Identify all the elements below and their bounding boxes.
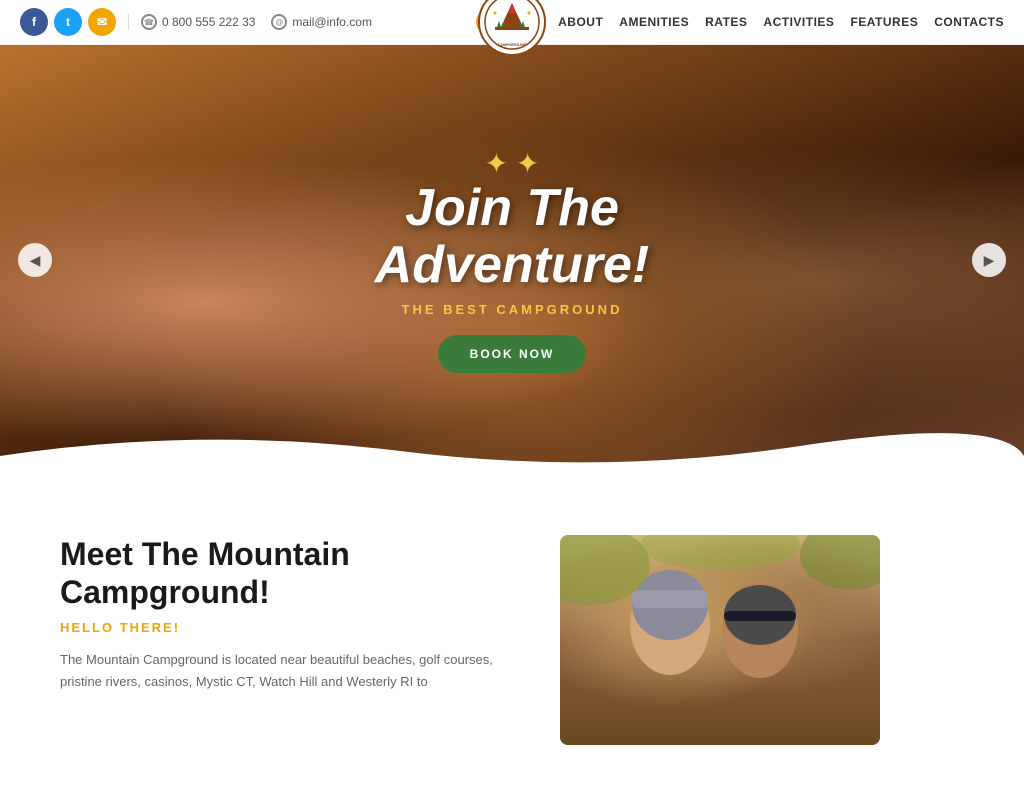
intro-title: Meet The Mountain Campground! — [60, 535, 520, 612]
hero-title: Join The Adventure! — [375, 180, 649, 294]
hero-wave — [0, 426, 1024, 475]
hero-arrow-right[interactable]: ▶ — [972, 243, 1006, 277]
intro-description: The Mountain Campground is located near … — [60, 649, 520, 693]
email-address: mail@info.com — [292, 15, 372, 29]
phone-icon: ☎ — [141, 14, 157, 30]
nav-activities[interactable]: ACTIVITIES — [763, 15, 834, 29]
phone-contact: ☎ 0 800 555 222 33 — [141, 14, 255, 30]
contact-info: ☎ 0 800 555 222 33 @ mail@info.com — [128, 14, 372, 30]
intro-text: Meet The Mountain Campground! HELLO THER… — [60, 535, 520, 693]
hero-content: ✦ ✦ Join The Adventure! THE BEST CAMPGRO… — [375, 147, 649, 373]
hero-title-line2: Adventure! — [375, 236, 649, 294]
logo-svg: THE MOUNTY CAMPGROUND — [483, 0, 541, 51]
intro-section: Meet The Mountain Campground! HELLO THER… — [0, 475, 1024, 785]
nav-rates[interactable]: RATES — [705, 15, 747, 29]
phone-number: 0 800 555 222 33 — [162, 15, 255, 29]
header-left: f t ✉ ☎ 0 800 555 222 33 @ mail@info.com — [20, 8, 372, 36]
email-social-button[interactable]: ✉ — [88, 8, 116, 36]
main-nav: HOME ABOUT AMENITIES RATES ACTIVITIES FE… — [476, 9, 1004, 35]
svg-text:CAMPGROUND: CAMPGROUND — [497, 42, 527, 47]
intro-photo — [560, 535, 880, 745]
twitter-button[interactable]: t — [54, 8, 82, 36]
intro-hello: HELLO THERE! — [60, 620, 520, 635]
nav-features[interactable]: FEATURES — [850, 15, 918, 29]
intro-image — [560, 535, 900, 745]
nav-contacts[interactable]: CONTACTS — [934, 15, 1004, 29]
hero-sparkle-row: ✦ ✦ — [375, 147, 649, 180]
book-now-button[interactable]: BOOK NOW — [438, 335, 587, 373]
email-contact: @ mail@info.com — [271, 14, 372, 30]
sparkle-left-icon: ✦ ✦ — [485, 147, 540, 180]
facebook-button[interactable]: f — [20, 8, 48, 36]
site-logo[interactable]: THE MOUNTY CAMPGROUND — [478, 0, 546, 56]
svg-text:THE MOUNTY: THE MOUNTY — [499, 0, 526, 1]
social-icons: f t ✉ — [20, 8, 116, 36]
site-header: f t ✉ ☎ 0 800 555 222 33 @ mail@info.com — [0, 0, 1024, 45]
nav-about[interactable]: ABOUT — [558, 15, 603, 29]
hero-background: ✦ ✦ Join The Adventure! THE BEST CAMPGRO… — [0, 45, 1024, 475]
people-svg — [560, 535, 880, 745]
hero-section: ✦ ✦ Join The Adventure! THE BEST CAMPGRO… — [0, 45, 1024, 475]
nav-amenities[interactable]: AMENITIES — [619, 15, 689, 29]
logo-circle: THE MOUNTY CAMPGROUND — [478, 0, 546, 56]
hero-subtitle: THE BEST CAMPGROUND — [375, 302, 649, 317]
email-icon: @ — [271, 14, 287, 30]
hero-title-line1: Join The — [405, 179, 619, 237]
hero-arrow-left[interactable]: ◀ — [18, 243, 52, 277]
